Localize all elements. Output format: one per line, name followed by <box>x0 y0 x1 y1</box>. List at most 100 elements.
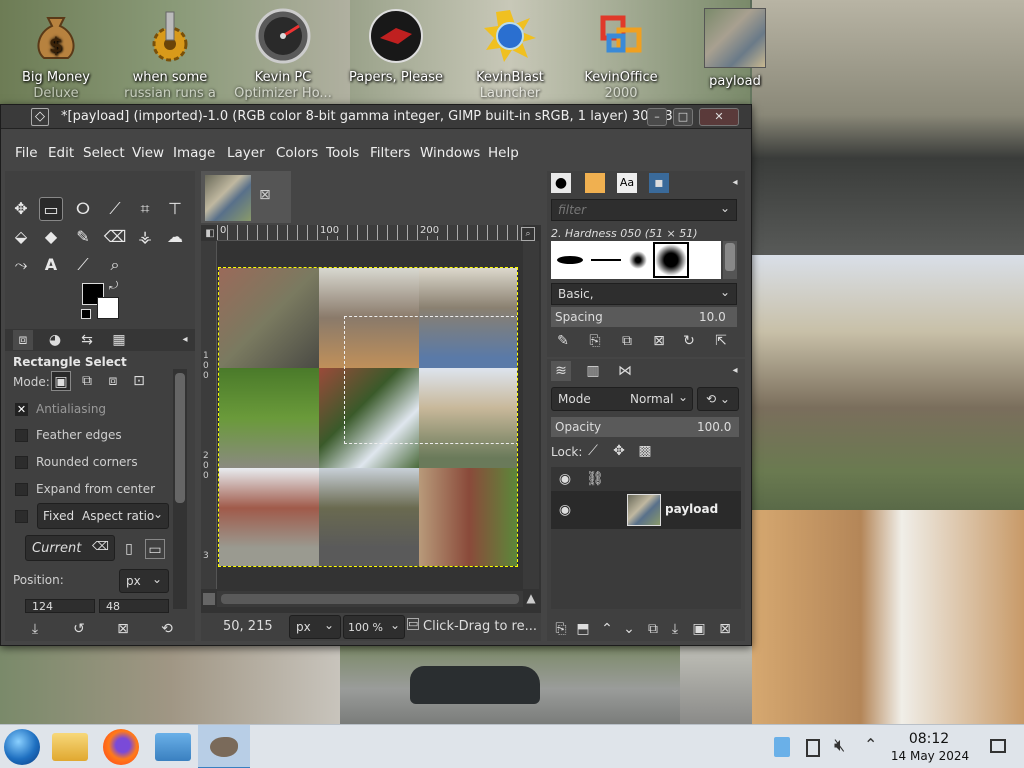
menu-view[interactable]: View <box>132 145 164 161</box>
raise-layer-icon[interactable]: ⌃ <box>597 619 617 639</box>
desktop-icon-kevinblast[interactable]: KevinBlast Launcher <box>460 4 560 102</box>
notifications-icon[interactable] <box>990 739 1006 753</box>
menu-help[interactable]: Help <box>488 145 519 161</box>
layer-row[interactable]: ◉ payload <box>551 491 741 529</box>
menu-filters[interactable]: Filters <box>370 145 410 161</box>
image-canvas[interactable] <box>218 267 518 567</box>
expand-from-center-checkbox[interactable] <box>15 483 28 496</box>
clone-tool-icon[interactable]: ⚶ <box>133 225 157 249</box>
eraser-tool-icon[interactable]: ⌫ <box>103 225 127 249</box>
gimp-taskbar-button[interactable] <box>198 725 250 768</box>
paths-tool-icon[interactable]: ⤳ <box>9 253 33 277</box>
lasso-tool-icon[interactable]: ⵔ <box>71 197 95 221</box>
window-menu-icon[interactable]: ◇ <box>31 108 49 126</box>
reset-options-icon[interactable]: ⟲ <box>157 619 177 639</box>
mode-add-icon[interactable]: ⧉ <box>77 371 97 391</box>
volume-muted-icon[interactable]: 🔇︎ <box>834 735 845 756</box>
fixed-checkbox[interactable] <box>15 510 28 523</box>
brush-grid[interactable] <box>551 241 721 279</box>
desktop-icon-kevin-pc[interactable]: Kevin PC Optimizer Ho... <box>233 4 333 102</box>
mode-intersect-icon[interactable]: ⊡ <box>129 371 149 391</box>
status-unit-dropdown[interactable]: px ⌄ <box>289 615 341 639</box>
patterns-tab-icon[interactable] <box>585 173 605 193</box>
close-button[interactable]: ✕ <box>699 108 739 126</box>
brush-grid-scrollbar[interactable] <box>723 241 737 279</box>
document-history-tab-icon[interactable]: ▪ <box>649 173 669 193</box>
save-options-icon[interactable]: ⤓ <box>25 619 45 639</box>
navigation-arrow-icon[interactable]: ▲ <box>523 591 539 607</box>
lock-position-icon[interactable]: ✥ <box>609 441 629 461</box>
menu-tools[interactable]: Tools <box>326 145 359 161</box>
rectangle-select-tool-icon[interactable]: ▭ <box>39 197 63 221</box>
menu-layer[interactable]: Layer <box>227 145 265 161</box>
new-layer-icon[interactable]: ⎘ <box>551 619 571 639</box>
transform-tool-icon[interactable]: ⊤ <box>163 197 187 221</box>
edit-brush-icon[interactable]: ✎ <box>553 331 573 351</box>
clock-date[interactable]: 14 May 2024 <box>885 749 975 763</box>
text-tool-icon[interactable]: A <box>39 253 63 277</box>
move-tool-icon[interactable]: ✥ <box>9 197 33 221</box>
opacity-slider[interactable]: Opacity 100.0 <box>551 417 739 437</box>
zoom-tool-icon[interactable]: ⌕ <box>103 253 127 277</box>
image-tab-thumbnail[interactable]: ⊠ <box>201 171 291 223</box>
feather-edges-checkbox[interactable] <box>15 429 28 442</box>
menu-windows[interactable]: Windows <box>420 145 480 161</box>
landscape-icon[interactable]: ▭ <box>145 539 165 559</box>
brush-preset-dropdown[interactable]: Basic, ⌄ <box>551 283 737 305</box>
portrait-icon[interactable]: ▯ <box>119 539 139 559</box>
menu-colors[interactable]: Colors <box>276 145 318 161</box>
lock-alpha-icon[interactable]: ▩ <box>635 441 655 461</box>
desktop-icon-payload[interactable]: payload <box>685 4 785 90</box>
background-color-swatch[interactable] <box>97 297 119 319</box>
brushes-tab-icon[interactable]: ● <box>551 173 571 193</box>
warp-tool-icon[interactable]: ⬙ <box>9 225 33 249</box>
desktop-icon-big-money[interactable]: $ Big Money Deluxe <box>6 4 106 102</box>
mode-replace-icon[interactable]: ▣ <box>51 371 71 391</box>
swap-colors-icon[interactable]: ⤾ <box>109 279 118 293</box>
horizontal-scrollbar[interactable] <box>217 591 523 607</box>
channels-tab-icon[interactable]: ▥ <box>583 361 603 381</box>
fonts-tab-icon[interactable]: Aa <box>617 173 637 193</box>
eye-icon[interactable]: ◉ <box>555 500 575 520</box>
new-layer-group-icon[interactable]: ⬒ <box>573 619 593 639</box>
duplicate-brush-icon[interactable]: ⧉ <box>617 331 637 351</box>
desktop-icon-papers-please[interactable]: Papers, Please <box>346 4 446 86</box>
images-tab-icon[interactable]: ▦ <box>109 330 129 350</box>
quickmask-corner-icon[interactable]: ◧ <box>203 227 217 241</box>
rounded-corners-checkbox[interactable] <box>15 456 28 469</box>
usb-tray-icon[interactable] <box>774 737 790 757</box>
close-tab-icon[interactable]: ⊠ <box>259 187 271 203</box>
mask-layer-icon[interactable]: ▣ <box>689 619 709 639</box>
open-brush-icon[interactable]: ⇱ <box>711 331 731 351</box>
dock-menu-icon[interactable]: ◂ <box>725 361 745 381</box>
duplicate-layer-icon[interactable]: ⧉ <box>643 619 663 639</box>
antialiasing-checkbox[interactable]: ✕ <box>15 403 28 416</box>
menu-image[interactable]: Image <box>173 145 215 161</box>
paintbrush-tool-icon[interactable]: ✎ <box>71 225 95 249</box>
dock-menu-icon[interactable]: ◂ <box>725 173 745 193</box>
layers-tab-icon[interactable]: ≋ <box>551 361 571 381</box>
new-brush-icon[interactable]: ⎘ <box>585 331 605 351</box>
vertical-scrollbar[interactable] <box>523 241 539 589</box>
color-picker-tool-icon[interactable]: ⟋ <box>71 253 95 277</box>
mode-subtract-icon[interactable]: ⧈ <box>103 371 123 391</box>
delete-options-icon[interactable]: ⊠ <box>113 619 133 639</box>
file-explorer-taskbar-icon[interactable] <box>52 733 88 761</box>
spacing-slider[interactable]: Spacing 10.0 <box>551 307 737 327</box>
lower-layer-icon[interactable]: ⌄ <box>619 619 639 639</box>
restore-options-icon[interactable]: ↺ <box>69 619 89 639</box>
delete-brush-icon[interactable]: ⊠ <box>649 331 669 351</box>
start-button[interactable] <box>4 729 40 765</box>
window-titlebar[interactable]: ◇ *[payload] (imported)-1.0 (RGB color 8… <box>1 105 751 129</box>
menu-select[interactable]: Select <box>83 145 125 161</box>
menu-edit[interactable]: Edit <box>48 145 74 161</box>
clock-time[interactable]: 08:12 <box>892 731 966 747</box>
current-field[interactable]: Current ⌫ <box>25 535 115 561</box>
tray-expand-icon[interactable]: ⌃ <box>864 735 877 754</box>
firefox-taskbar-icon[interactable] <box>103 729 139 765</box>
desktop-icon-when-some[interactable]: when some russian runs a <box>120 4 220 102</box>
fuzzy-select-tool-icon[interactable]: ⟋ <box>103 197 127 221</box>
paths-tab-icon[interactable]: ⋈ <box>615 361 635 381</box>
menu-file[interactable]: File <box>15 145 38 161</box>
bucket-fill-tool-icon[interactable]: ◆ <box>39 225 63 249</box>
